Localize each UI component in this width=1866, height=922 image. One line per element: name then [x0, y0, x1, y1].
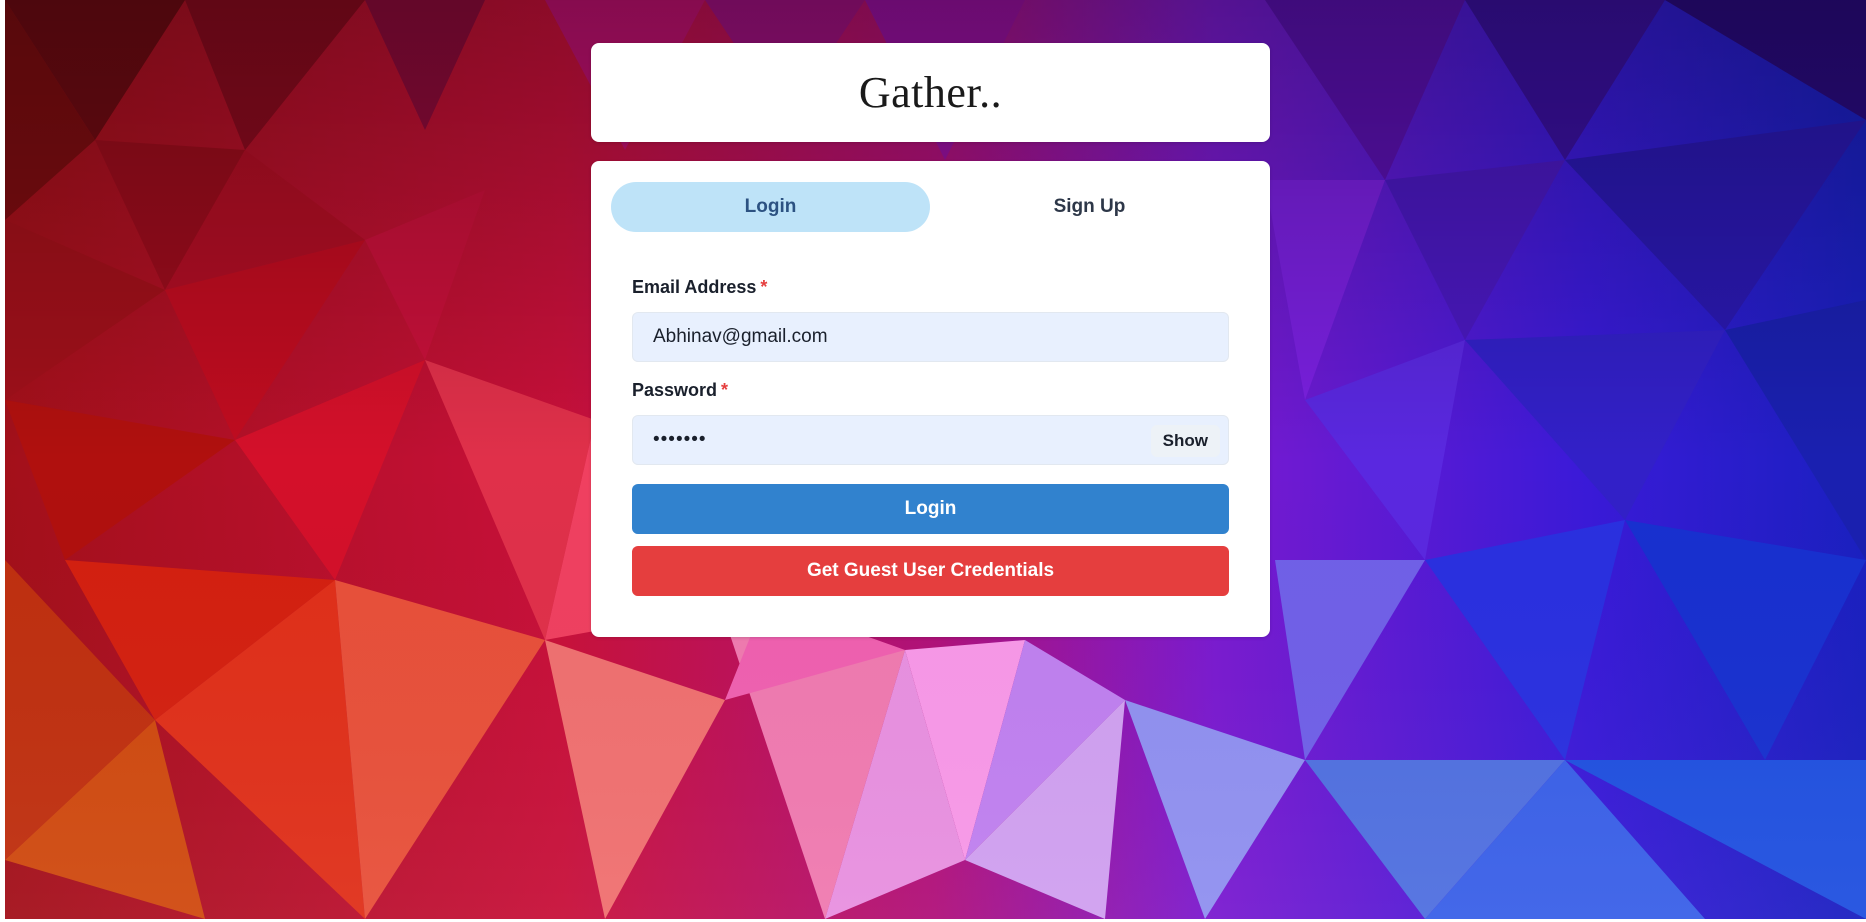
show-password-button[interactable]: Show: [1150, 425, 1220, 457]
password-label: Password *: [632, 380, 728, 401]
email-required-mark: *: [760, 277, 768, 297]
brand-logo-text: Gather..: [858, 68, 1003, 117]
email-label: Email Address *: [632, 277, 767, 298]
brand-header: Gather..: [591, 43, 1270, 142]
login-button[interactable]: Login: [632, 484, 1229, 534]
email-field-value: Abhinav@gmail.com: [653, 326, 828, 347]
tab-sign-up[interactable]: Sign Up: [930, 182, 1249, 232]
password-field-value: •••••••: [653, 429, 707, 450]
password-label-text: Password: [632, 380, 718, 400]
auth-tabs: Login Sign Up: [611, 182, 1250, 232]
password-required-mark: *: [721, 380, 729, 400]
password-field[interactable]: ••••••• Show: [632, 415, 1229, 465]
guest-credentials-button[interactable]: Get Guest User Credentials: [632, 546, 1229, 596]
email-label-text: Email Address: [632, 277, 757, 297]
auth-card: Login Sign Up Email Address * Abhinav@gma…: [591, 161, 1270, 637]
email-field[interactable]: Abhinav@gmail.com: [632, 312, 1229, 362]
tab-login[interactable]: Login: [611, 182, 930, 232]
